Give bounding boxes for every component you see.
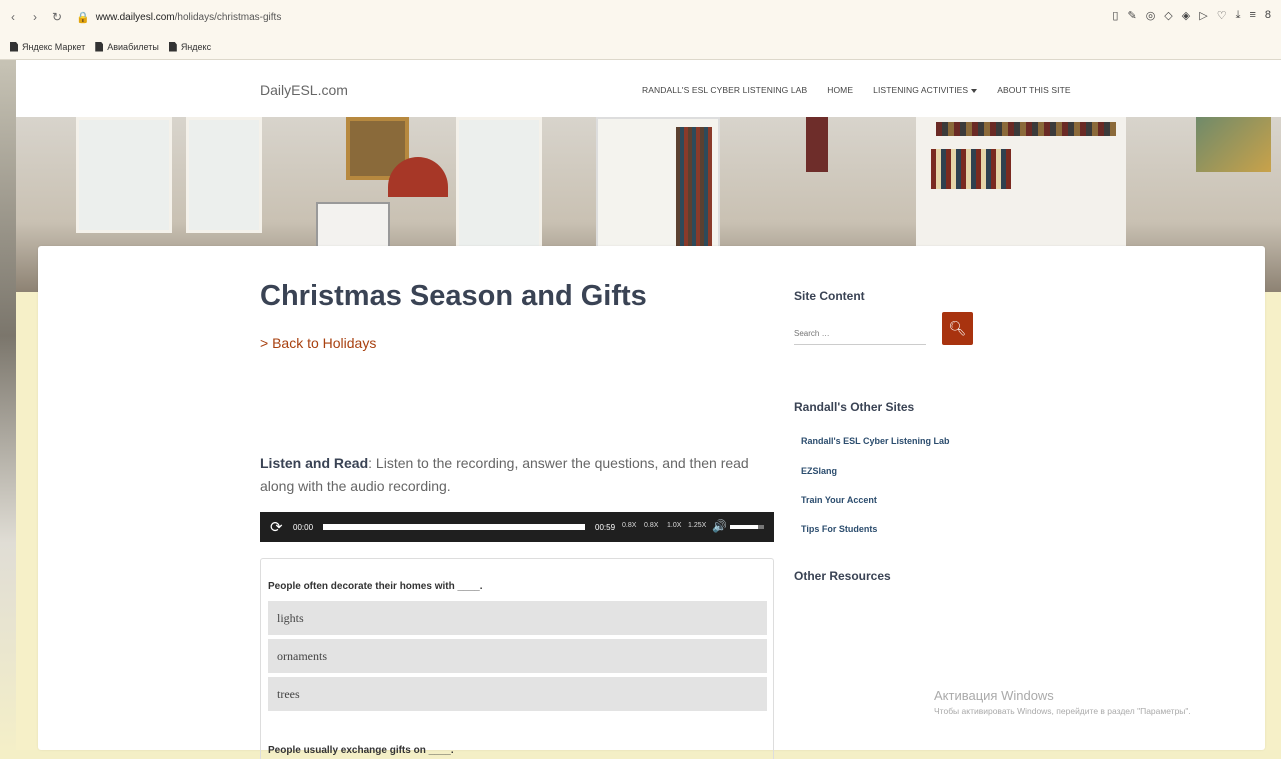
quiz-box: People often decorate their homes with _…	[260, 558, 774, 759]
search-input[interactable]	[794, 322, 926, 345]
answer-option[interactable]: trees	[268, 677, 767, 711]
hero-books	[936, 122, 1116, 136]
lock-icon: 🔒	[76, 11, 90, 24]
caret-down-icon	[971, 88, 978, 93]
url-path: /holidays/christmas-gifts	[174, 11, 282, 23]
menu-item-home[interactable]: HOME	[827, 85, 853, 95]
hero-window	[76, 117, 172, 233]
profile-icon[interactable]: 8	[1265, 9, 1271, 22]
document-icon	[95, 41, 104, 52]
replay-icon[interactable]: ⟳	[270, 518, 283, 536]
intro-label: Listen and Read	[260, 455, 369, 471]
audio-player: ⟳ 00:00 00:59 0.8X 0.8X 1.0X 1.25X 🔊	[260, 512, 774, 542]
bookmark-item[interactable]: Яндекс	[168, 41, 211, 52]
play-icon[interactable]: ▷	[1199, 9, 1207, 22]
volume-slider[interactable]	[730, 525, 764, 529]
site-navbar: DailyESL.com RANDALL'S ESL CYBER LISTENI…	[16, 60, 1281, 118]
forward-arrow-icon[interactable]: ›	[26, 10, 44, 24]
duration: 00:59	[595, 523, 616, 532]
site-logo[interactable]: DailyESL.com	[260, 82, 348, 98]
bookmarks-bar: Яндекс Маркет Авиабилеты Яндекс	[0, 34, 1281, 60]
hero-books	[676, 127, 712, 247]
other-sites-heading: Randall's Other Sites	[794, 400, 915, 414]
activation-subtitle: Чтобы активировать Windows, перейдите в …	[934, 706, 1191, 716]
menu-icon[interactable]: ≡	[1249, 9, 1255, 22]
main-menu: RANDALL'S ESL CYBER LISTENING LAB HOME L…	[642, 85, 1071, 95]
other-site-link[interactable]: Randall's ESL Cyber Listening Lab	[801, 436, 950, 446]
camera-icon[interactable]: ◎	[1146, 9, 1156, 22]
content-card: Christmas Season and Gifts > Back to Hol…	[38, 246, 1265, 759]
hero-window	[186, 117, 262, 233]
site-content-heading: Site Content	[794, 289, 865, 303]
windows-activation-watermark: Активация Windows Чтобы активировать Win…	[934, 688, 1191, 716]
url-domain: www.dailyesl.com	[95, 11, 175, 23]
reload-icon[interactable]: ↻	[48, 10, 66, 24]
document-icon	[10, 41, 18, 52]
hero-painting	[1196, 117, 1271, 172]
activation-title: Активация Windows	[934, 688, 1054, 703]
menu-item-listening-lab[interactable]: RANDALL'S ESL CYBER LISTENING LAB	[642, 85, 807, 95]
progress-bar[interactable]	[323, 524, 585, 530]
volume-icon[interactable]: 🔊	[712, 519, 727, 533]
vpn-icon[interactable]: ◈	[1182, 9, 1190, 22]
hero-painting	[806, 117, 828, 172]
menu-item-listening-activities[interactable]: LISTENING ACTIVITIES	[873, 85, 978, 95]
browser-extension-icons: ▯ ✎ ◎ ◇ ◈ ▷ ♡ ⤓ ≡ 8	[1112, 9, 1271, 22]
speed-button[interactable]: 0.8X	[644, 522, 658, 529]
shield-icon[interactable]: ◇	[1164, 9, 1172, 22]
edit-icon[interactable]: ✎	[1127, 9, 1136, 22]
menu-item-about[interactable]: ABOUT THIS SITE	[997, 85, 1070, 95]
question-text: People usually exchange gifts on ____.	[268, 745, 454, 756]
background-window-edge	[0, 60, 16, 750]
speed-button[interactable]: 1.0X	[667, 522, 681, 529]
speed-button[interactable]: 1.25X	[688, 522, 706, 529]
browser-toolbar: ‹ › ↻ 🔒 www.dailyesl.com/holidays/christ…	[0, 0, 1281, 35]
answer-option[interactable]: lights	[268, 601, 767, 635]
document-icon	[168, 41, 177, 52]
back-to-holidays-link[interactable]: > Back to Holidays	[260, 335, 376, 351]
intro-paragraph: Listen and Read: Listen to the recording…	[260, 452, 772, 498]
back-arrow-icon[interactable]: ‹	[4, 10, 22, 24]
current-time: 00:00	[293, 523, 314, 532]
other-site-link[interactable]: Tips For Students	[801, 524, 877, 534]
bookmark-item[interactable]: Авиабилеты	[95, 41, 159, 52]
question-text: People often decorate their homes with _…	[268, 581, 483, 592]
download-icon[interactable]: ⤓	[1236, 9, 1241, 22]
other-site-link[interactable]: Train Your Accent	[801, 495, 877, 505]
hero-books	[931, 149, 1011, 189]
heart-icon[interactable]: ♡	[1217, 9, 1227, 22]
search-button[interactable]: 🔍︎	[942, 312, 973, 345]
reader-icon[interactable]: ▯	[1112, 9, 1118, 22]
search-icon: 🔍︎	[948, 320, 967, 336]
other-resources-heading: Other Resources	[794, 569, 891, 583]
bookmark-item[interactable]: Яндекс Маркет	[10, 41, 85, 52]
hero-window	[456, 117, 542, 263]
speed-button[interactable]: 0.8X	[622, 522, 636, 529]
other-site-link[interactable]: EZSlang	[801, 466, 837, 476]
answer-option[interactable]: ornaments	[268, 639, 767, 673]
page-title: Christmas Season and Gifts	[260, 280, 647, 312]
address-bar[interactable]: www.dailyesl.com/holidays/christmas-gift…	[96, 12, 282, 23]
